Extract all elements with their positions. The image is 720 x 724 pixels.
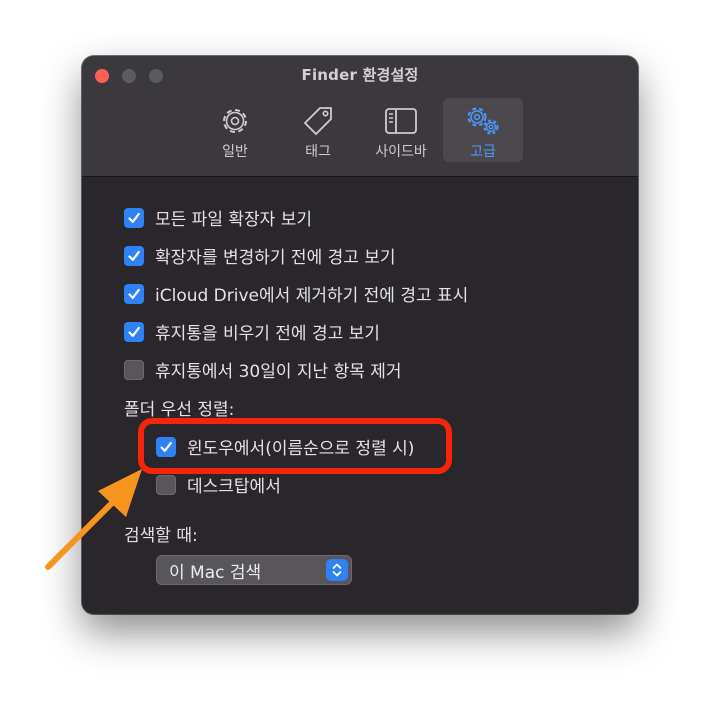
checkmark-icon — [128, 212, 140, 223]
gears-icon — [467, 107, 499, 135]
tab-tags[interactable]: 태그 — [278, 98, 358, 162]
checkbox-unchecked[interactable] — [124, 359, 144, 380]
search-heading: 검색할 때: — [124, 526, 198, 546]
folders-first-heading: 폴더 우선 정렬: — [124, 400, 235, 420]
option-label: 모든 파일 확장자 보기 — [155, 210, 312, 230]
option-folders-first-desktop[interactable]: 데스크탑에서 — [156, 472, 281, 497]
option-label: iCloud Drive에서 제거하기 전에 경고 표시 — [155, 286, 469, 306]
tab-general[interactable]: 일반 — [195, 98, 275, 162]
option-label: 데스크탑에서 — [187, 477, 281, 497]
checkmark-icon — [128, 250, 140, 261]
checkbox-checked[interactable] — [156, 436, 176, 457]
option-folders-first-windows[interactable]: 윈도우에서(이름순으로 정렬 시) — [156, 434, 414, 459]
tab-advanced-label: 고급 — [470, 144, 496, 160]
toolbar: Finder 환경설정 일반 태그 사이드바 고급 — [82, 56, 638, 177]
tab-sidebar[interactable]: 사이드바 — [361, 98, 441, 162]
option-warn-icloud-remove[interactable]: iCloud Drive에서 제거하기 전에 경고 표시 — [124, 281, 468, 306]
search-scope-value: 이 Mac 검색 — [169, 562, 262, 583]
chevron-updown-icon — [332, 563, 342, 577]
checkmark-icon — [128, 288, 140, 299]
option-warn-extension-change[interactable]: 확장자를 변경하기 전에 경고 보기 — [124, 243, 396, 268]
search-scope-popup[interactable]: 이 Mac 검색 — [156, 555, 352, 585]
tab-general-label: 일반 — [222, 144, 248, 160]
tab-advanced[interactable]: 고급 — [443, 98, 523, 162]
checkmark-icon — [160, 441, 172, 452]
tab-tags-label: 태그 — [305, 144, 331, 160]
option-label: 휴지통을 비우기 전에 경고 보기 — [155, 324, 380, 344]
option-warn-empty-trash[interactable]: 휴지통을 비우기 전에 경고 보기 — [124, 319, 380, 344]
checkbox-checked[interactable] — [124, 283, 144, 304]
finder-preferences-window: Finder 환경설정 일반 태그 사이드바 고급 모든 파일 확장자 보기 확… — [82, 56, 638, 614]
checkbox-checked[interactable] — [124, 321, 144, 342]
tag-icon — [304, 107, 332, 135]
option-show-extensions[interactable]: 모든 파일 확장자 보기 — [124, 205, 312, 230]
option-label: 확장자를 변경하기 전에 경고 보기 — [155, 248, 396, 268]
sidebar-icon — [385, 108, 417, 134]
checkmark-icon — [128, 326, 140, 337]
checkbox-checked[interactable] — [124, 245, 144, 266]
gear-icon — [223, 109, 247, 133]
popup-stepper — [326, 559, 348, 581]
checkbox-checked[interactable] — [124, 207, 144, 228]
window-title: Finder 환경설정 — [301, 66, 419, 84]
checkbox-unchecked[interactable] — [156, 474, 176, 495]
option-remove-old-trash[interactable]: 휴지통에서 30일이 지난 항목 제거 — [124, 357, 402, 382]
option-label: 윈도우에서(이름순으로 정렬 시) — [187, 439, 415, 459]
option-label: 휴지통에서 30일이 지난 항목 제거 — [155, 362, 402, 382]
tab-sidebar-label: 사이드바 — [375, 144, 427, 160]
